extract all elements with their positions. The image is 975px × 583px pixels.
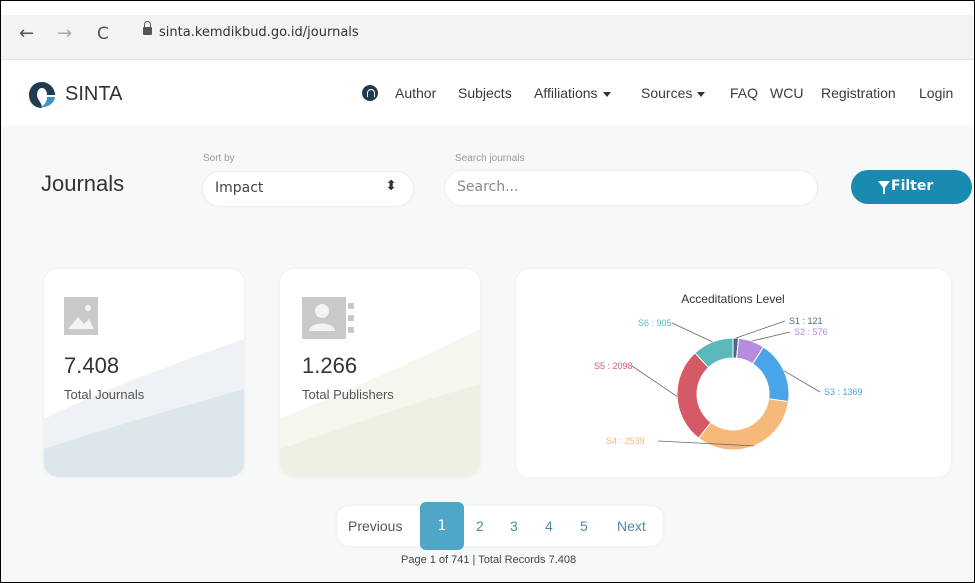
filter-label: Filter xyxy=(891,178,934,194)
image-icon xyxy=(64,297,98,335)
donut-label-3: S3 : 1369 xyxy=(824,387,863,397)
page-4-button[interactable]: 4 xyxy=(545,518,553,534)
donut-slice-3 xyxy=(751,346,790,403)
donut-label-5: S5 : 2098 xyxy=(594,361,633,371)
donut-label-4: S4 : 2539 xyxy=(606,436,645,446)
total-journals-value: 7.408 xyxy=(64,353,120,378)
home-icon[interactable] xyxy=(362,85,378,101)
reload-icon[interactable]: C xyxy=(97,25,109,43)
caret-down-icon xyxy=(602,91,611,97)
page-3-button[interactable]: 3 xyxy=(510,518,518,534)
leader-line-6 xyxy=(671,322,713,343)
nav-affiliations[interactable]: Affiliations xyxy=(534,85,611,101)
nav-registration[interactable]: Registration xyxy=(821,85,896,101)
previous-button[interactable]: Previous xyxy=(348,518,402,534)
nav-faq[interactable]: FAQ xyxy=(730,85,758,101)
donut-label-1: S1 : 121 xyxy=(789,316,823,326)
select-arrows-icon: ⬍ xyxy=(385,178,397,194)
donut-label-6: S6 : 905 xyxy=(638,318,672,328)
address-bar[interactable]: sinta.kemdikbud.go.id/journals xyxy=(159,25,359,40)
total-publishers-value: 1.266 xyxy=(302,353,358,378)
page-1-button[interactable]: 1 xyxy=(420,502,464,550)
chart-title: Acceditations Level xyxy=(681,292,784,306)
pagination: Previous 1 2 3 4 5 Next xyxy=(337,502,663,550)
browser-window: ← → C sinta.kemdikbud.go.id/journals SIN… xyxy=(0,0,975,583)
search-input[interactable]: Search... xyxy=(445,171,817,205)
pagination-info: Page 1 of 741 | Total Records 7.408 xyxy=(401,554,577,566)
sort-value: Impact xyxy=(215,180,264,196)
nav-wcu[interactable]: WCU xyxy=(770,85,803,101)
back-icon[interactable]: ← xyxy=(19,25,34,43)
nav-sources[interactable]: Sources xyxy=(641,85,706,101)
total-publishers-label: Total Publishers xyxy=(302,387,394,402)
filter-button[interactable]: Filter xyxy=(851,170,972,204)
sort-label: Sort by xyxy=(203,153,235,164)
page-2-button[interactable]: 2 xyxy=(476,518,484,534)
total-journals-label: Total Journals xyxy=(64,387,145,402)
search-placeholder: Search... xyxy=(457,179,519,195)
accreditation-chart-card: Acceditations Level S1 : 121 S2 : 576 S3 :… xyxy=(516,269,951,477)
brand-name[interactable]: SINTA xyxy=(65,83,122,106)
leader-line-3 xyxy=(783,370,821,393)
nav-sources-label: Sources xyxy=(641,85,693,101)
nav-affiliations-label: Affiliations xyxy=(534,85,598,101)
nav-subjects[interactable]: Subjects xyxy=(458,85,512,101)
total-publishers-card: 1.266 Total Publishers xyxy=(280,269,480,477)
forward-icon[interactable]: → xyxy=(57,25,72,43)
search-label: Search journals xyxy=(455,153,525,164)
leader-line-5 xyxy=(631,365,678,397)
leader-line-1 xyxy=(735,320,786,339)
page-5-button[interactable]: 5 xyxy=(580,518,588,534)
page-title: Journals xyxy=(41,171,125,196)
lock-icon xyxy=(143,21,152,35)
contact-card-icon xyxy=(302,297,354,339)
accreditation-donut-chart: Acceditations Level S1 : 121S2 : 576 S3 :… xyxy=(594,292,863,451)
sort-select[interactable]: Impact ⬍ xyxy=(203,172,413,206)
donut-label-2: S2 : 576 xyxy=(794,327,828,337)
total-journals-card: 7.408 Total Journals xyxy=(44,269,244,477)
nav-author[interactable]: Author xyxy=(395,85,436,101)
donut-slice-4 xyxy=(697,398,790,451)
next-button[interactable]: Next xyxy=(617,518,646,534)
donut-slice-5 xyxy=(676,352,712,439)
funnel-icon xyxy=(878,181,890,194)
leader-line-2 xyxy=(751,331,791,342)
sinta-logo-icon[interactable] xyxy=(27,80,57,110)
nav-login[interactable]: Login xyxy=(919,85,953,101)
caret-down-icon xyxy=(697,91,706,97)
